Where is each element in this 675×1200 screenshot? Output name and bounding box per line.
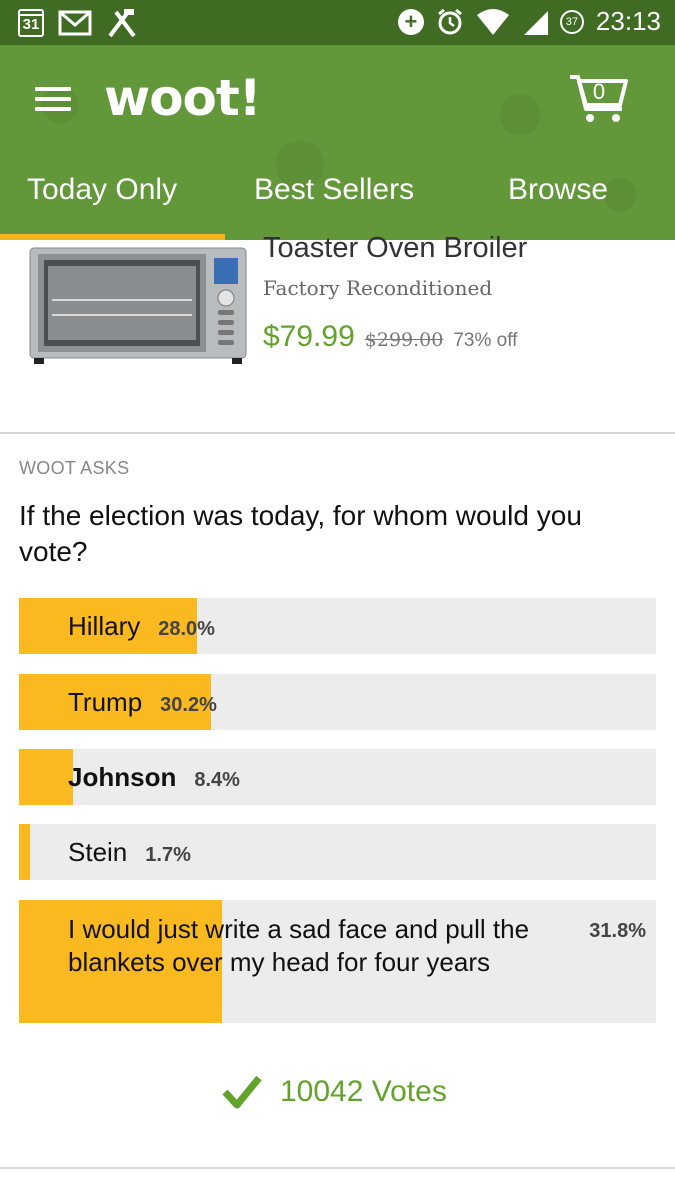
battery-icon: 37 bbox=[559, 9, 584, 34]
tools-icon bbox=[108, 9, 136, 38]
tab-today-only[interactable]: Today Only bbox=[27, 173, 177, 207]
woot-logo[interactable]: woot! bbox=[104, 69, 262, 127]
poll-option-stein[interactable]: Stein 1.7% bbox=[19, 824, 656, 880]
vote-count: 10042 Votes bbox=[222, 1074, 447, 1110]
poll-option-label: I would just write a sad face and pull t… bbox=[68, 914, 530, 977]
woot-asks-poll: WOOT ASKS If the election was today, for… bbox=[0, 434, 675, 1168]
product-prices: $79.99 $299.00 73% off bbox=[263, 320, 517, 354]
poll-bar-fill bbox=[19, 824, 30, 880]
product-image[interactable] bbox=[28, 240, 248, 392]
gmail-icon bbox=[58, 10, 92, 36]
poll-option-percent: 28.0% bbox=[158, 618, 215, 640]
app-bar: woot! 0 Today Only Best Sellers Browse bbox=[0, 45, 675, 240]
poll-option-johnson[interactable]: Johnson 8.4% bbox=[19, 749, 656, 805]
poll-section-label: WOOT ASKS bbox=[19, 458, 130, 478]
wifi-icon bbox=[476, 8, 509, 35]
poll-option-hillary[interactable]: Hillary 28.0% bbox=[19, 598, 656, 654]
status-notifications: 31 bbox=[18, 8, 138, 38]
poll-bar-fill bbox=[19, 749, 73, 805]
product-card[interactable]: Toaster Oven Broiler Factory Recondition… bbox=[0, 232, 675, 434]
poll-option-sad-face[interactable]: I would just write a sad face and pull t… bbox=[19, 900, 656, 1023]
product-condition: Factory Reconditioned bbox=[263, 276, 493, 300]
poll-option-percent: 8.4% bbox=[194, 769, 240, 791]
poll-option-label: Hillary 28.0% bbox=[68, 611, 215, 641]
menu-icon[interactable] bbox=[35, 87, 71, 111]
poll-option-percent: 30.2% bbox=[160, 694, 217, 716]
tab-best-sellers[interactable]: Best Sellers bbox=[254, 173, 414, 207]
alarm-icon bbox=[437, 8, 462, 34]
poll-option-label: Stein 1.7% bbox=[68, 837, 191, 867]
cart-button[interactable]: 0 bbox=[568, 73, 630, 125]
data-saver-icon: + bbox=[397, 8, 424, 35]
product-title[interactable]: Toaster Oven Broiler bbox=[263, 232, 527, 265]
divider bbox=[0, 1167, 675, 1169]
poll-option-label: Johnson 8.4% bbox=[68, 762, 240, 792]
poll-option-percent: 1.7% bbox=[145, 844, 191, 866]
poll-option-label: Trump 30.2% bbox=[68, 687, 217, 717]
poll-question: If the election was today, for whom woul… bbox=[19, 500, 582, 567]
vote-count-text: 10042 Votes bbox=[280, 1075, 447, 1108]
checkmark-icon bbox=[222, 1075, 262, 1109]
signal-icon bbox=[523, 10, 548, 35]
status-system: + 37 23:13 bbox=[397, 6, 661, 37]
status-time: 23:13 bbox=[595, 6, 661, 36]
poll-option-trump[interactable]: Trump 30.2% bbox=[19, 674, 656, 730]
product-original-price: $299.00 bbox=[364, 329, 444, 351]
tab-bar: Today Only Best Sellers Browse bbox=[0, 165, 675, 240]
tab-browse[interactable]: Browse bbox=[508, 173, 608, 207]
status-bar: 31 + 37 23:13 bbox=[0, 0, 675, 45]
poll-option-percent: 31.8% bbox=[589, 920, 646, 942]
product-price: $79.99 bbox=[263, 320, 355, 353]
cart-count: 0 bbox=[592, 79, 606, 104]
calendar-icon: 31 bbox=[18, 9, 44, 37]
product-discount: 73% off bbox=[453, 330, 518, 351]
